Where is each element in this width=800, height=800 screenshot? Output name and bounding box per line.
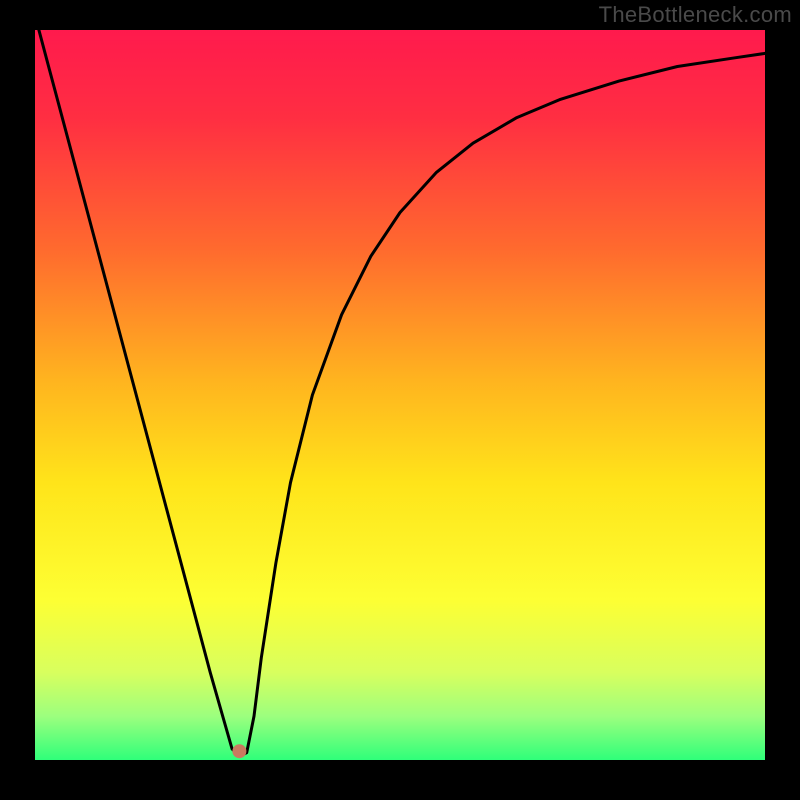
plot-background xyxy=(35,30,765,760)
chart-svg xyxy=(0,0,800,800)
watermark-text: TheBottleneck.com xyxy=(599,2,792,28)
chart-canvas: TheBottleneck.com xyxy=(0,0,800,800)
marker-dot xyxy=(232,744,246,758)
